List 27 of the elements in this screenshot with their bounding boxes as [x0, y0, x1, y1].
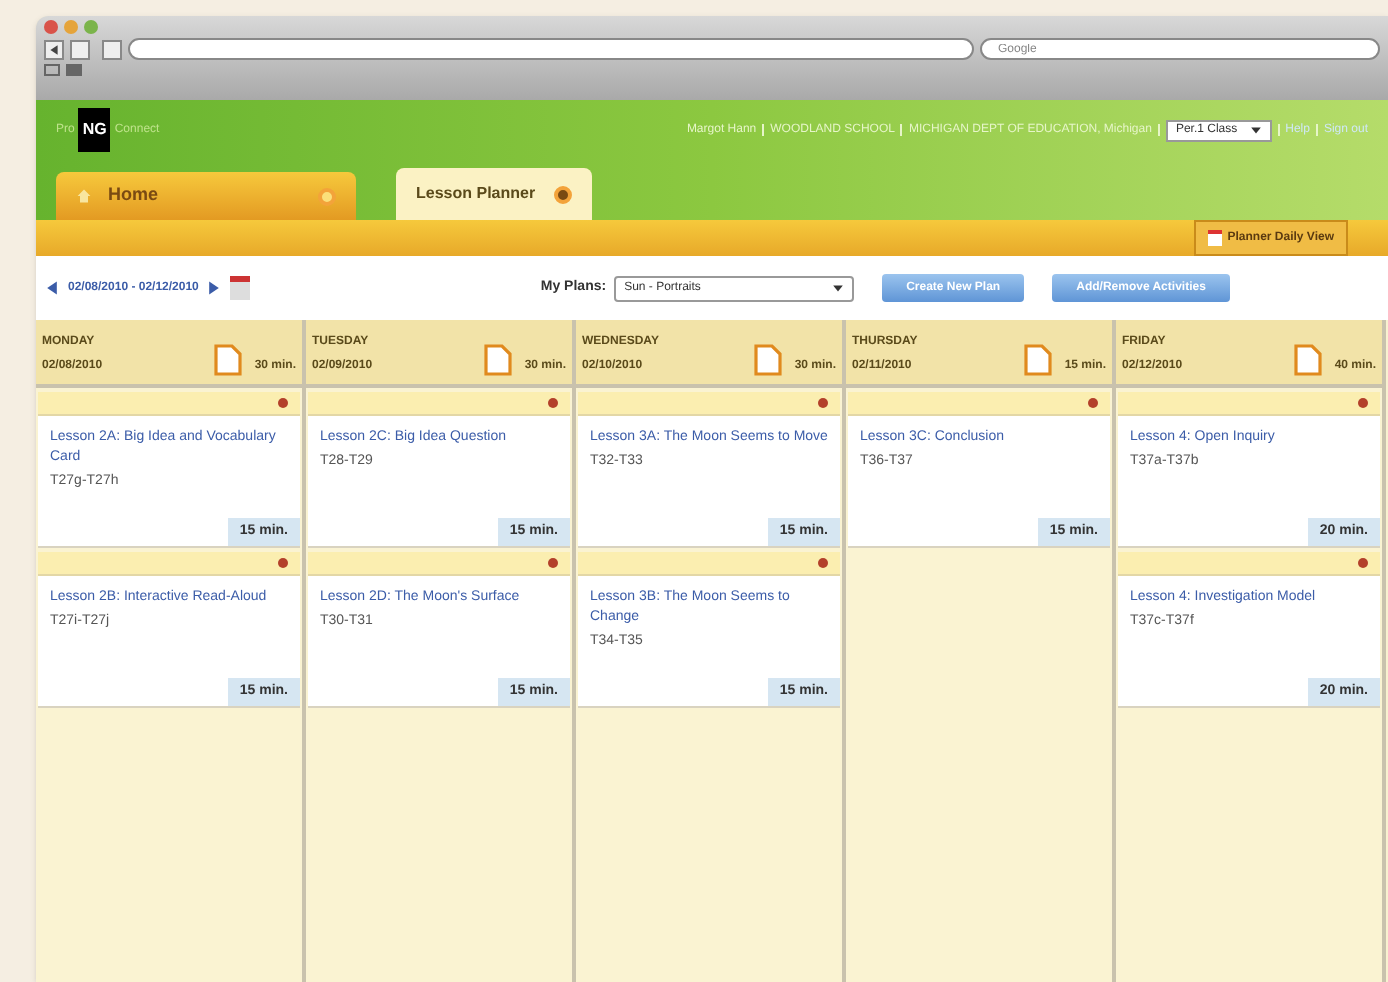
calendar-icon	[1207, 230, 1222, 246]
dropdown-icon[interactable]	[1249, 124, 1262, 136]
remove-icon[interactable]	[1358, 398, 1368, 408]
calendar-icon[interactable]	[230, 276, 251, 300]
dropdown-icon[interactable]	[832, 282, 845, 294]
next-icon[interactable]	[206, 280, 223, 296]
home-icon	[76, 188, 92, 204]
remove-icon[interactable]	[1358, 558, 1368, 568]
remove-icon[interactable]	[548, 398, 558, 408]
logo-mark: NG	[78, 108, 111, 152]
address-field[interactable]	[128, 38, 974, 60]
remove-icon[interactable]	[548, 558, 558, 568]
document-icon[interactable]	[1294, 344, 1323, 376]
document-icon[interactable]	[484, 344, 513, 376]
remove-icon[interactable]	[818, 398, 828, 408]
remove-icon[interactable]	[278, 558, 288, 568]
remove-icon[interactable]	[818, 558, 828, 568]
remove-icon[interactable]	[278, 398, 288, 408]
previous-icon[interactable]	[44, 280, 60, 296]
remove-icon[interactable]	[1088, 398, 1098, 408]
bookmarks-icon[interactable]	[44, 64, 60, 76]
tab[interactable]: Lesson Planner	[396, 168, 592, 220]
document-icon[interactable]	[1024, 344, 1053, 376]
close-icon[interactable]	[44, 20, 58, 34]
tab[interactable]: Home	[56, 172, 356, 220]
document-icon[interactable]	[214, 344, 243, 376]
document-icon[interactable]	[754, 344, 783, 376]
